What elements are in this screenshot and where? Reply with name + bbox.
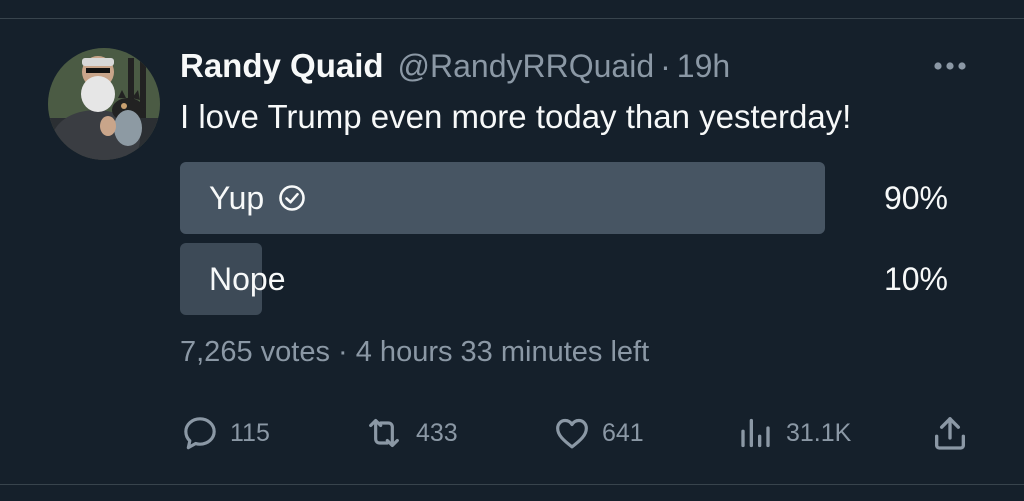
more-options-button[interactable] bbox=[930, 50, 970, 82]
tweet-text: I love Trump even more today than yester… bbox=[180, 98, 852, 135]
views-button[interactable]: 31.1K bbox=[736, 410, 851, 456]
reply-icon bbox=[184, 417, 216, 450]
avatar[interactable] bbox=[48, 48, 160, 160]
header-separator: · bbox=[660, 47, 671, 84]
heart-icon bbox=[556, 418, 588, 449]
poll-meta-separator: · bbox=[338, 336, 348, 368]
poll-option-text: Yup bbox=[209, 179, 265, 216]
tweet-actions: 115 433 641 31.1K bbox=[180, 410, 970, 456]
poll-option-label-nope: Nope bbox=[209, 243, 286, 315]
poll-option-nope[interactable]: Nope 10% bbox=[180, 243, 948, 315]
reply-button[interactable]: 115 bbox=[180, 410, 270, 456]
poll-option-label-yup: Yup bbox=[209, 162, 306, 234]
reply-count: 115 bbox=[230, 418, 270, 447]
bottom-divider bbox=[0, 484, 1024, 485]
top-divider bbox=[0, 18, 1024, 19]
like-count: 641 bbox=[602, 418, 644, 447]
like-button[interactable]: 641 bbox=[552, 410, 644, 456]
share-button[interactable] bbox=[930, 410, 970, 456]
poll-option-text: Nope bbox=[209, 260, 286, 297]
poll-percent-nope: 10% bbox=[883, 260, 948, 297]
poll-meta: 7,265 votes · 4 hours 33 minutes left bbox=[180, 336, 649, 369]
tweet-header: Randy Quaid @RandyRRQuaid · 19h bbox=[180, 44, 730, 88]
share-icon bbox=[935, 417, 965, 450]
check-circle-icon bbox=[278, 184, 306, 212]
repost-button[interactable]: 433 bbox=[362, 410, 458, 456]
display-name[interactable]: Randy Quaid bbox=[180, 47, 384, 85]
poll-vote-count: 7,265 votes bbox=[180, 336, 330, 368]
poll-time-left: 4 hours 33 minutes left bbox=[355, 336, 650, 368]
tweet-timestamp[interactable]: 19h bbox=[677, 48, 730, 85]
poll-percent-yup: 90% bbox=[883, 179, 948, 216]
more-dots-icon bbox=[934, 62, 966, 70]
repost-count: 433 bbox=[416, 418, 458, 447]
poll-option-yup[interactable]: Yup 90% bbox=[180, 162, 948, 234]
user-handle[interactable]: @RandyRRQuaid bbox=[398, 48, 655, 85]
repost-icon bbox=[369, 418, 399, 448]
views-chart-icon bbox=[741, 418, 770, 448]
view-count: 31.1K bbox=[786, 418, 852, 447]
